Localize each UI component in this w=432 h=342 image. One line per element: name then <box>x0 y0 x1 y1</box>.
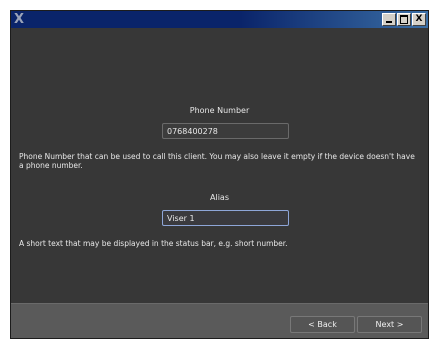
wizard-window: X X Phone Number Phone Number that can b… <box>10 10 429 339</box>
phone-number-description: Phone Number that can be used to call th… <box>19 152 415 170</box>
maximize-button[interactable] <box>397 13 411 26</box>
title-bar[interactable]: X X <box>11 11 428 28</box>
wizard-footer: < Back Next > <box>11 303 428 338</box>
wizard-page: Phone Number Phone Number that can be us… <box>11 28 428 303</box>
phone-number-label: Phone Number <box>189 106 250 115</box>
alias-field[interactable] <box>162 210 289 226</box>
app-logo-icon: X <box>14 12 25 27</box>
back-button[interactable]: < Back <box>290 316 355 333</box>
alias-label: Alias <box>210 193 229 202</box>
minimize-button[interactable] <box>382 13 396 26</box>
phone-number-field[interactable] <box>162 123 289 139</box>
next-button[interactable]: Next > <box>357 316 422 333</box>
alias-description: A short text that may be displayed in th… <box>19 239 288 248</box>
window-controls: X <box>381 13 426 26</box>
close-button[interactable]: X <box>412 13 426 26</box>
